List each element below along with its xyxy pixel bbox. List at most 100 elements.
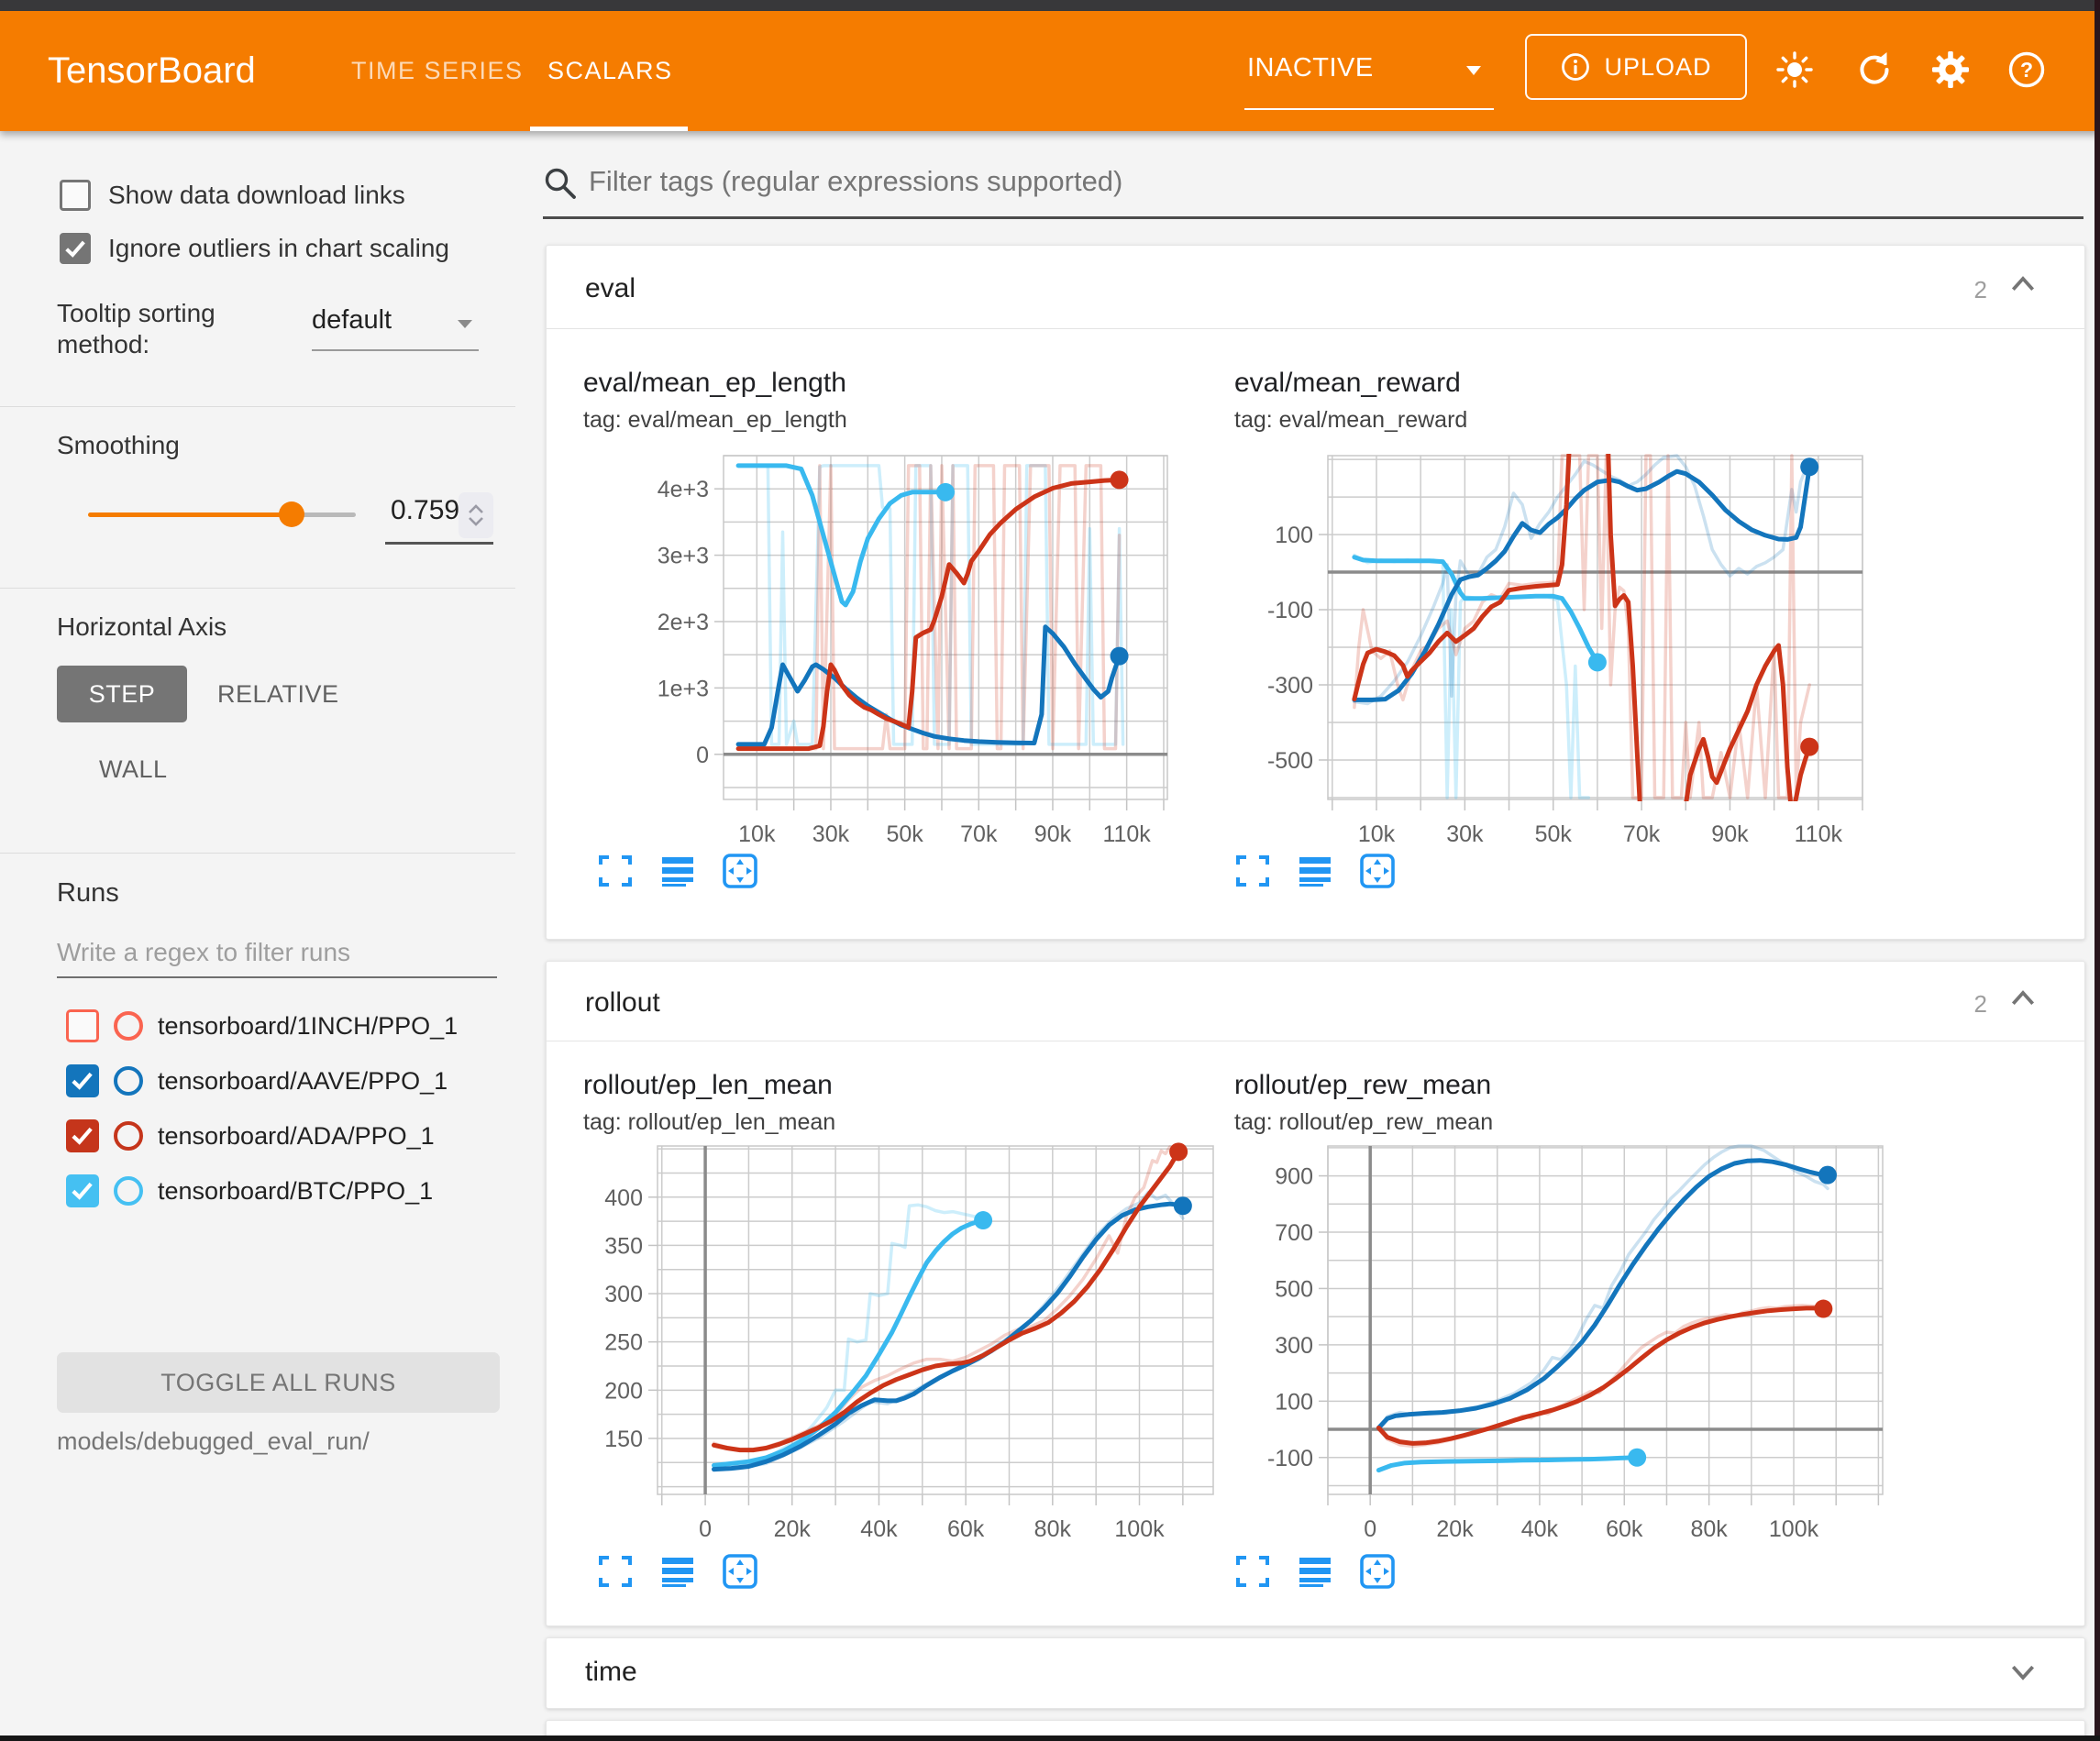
svg-text:1e+3: 1e+3 <box>658 676 709 701</box>
expand-section-icon[interactable] <box>2009 1660 2037 1684</box>
fit-domain-icon[interactable] <box>1359 853 1396 889</box>
fullscreen-icon[interactable] <box>597 853 634 889</box>
chart-eval-mean-ep-length[interactable]: 10k30k50k70k90k110k01e+32e+33e+34e+3 <box>569 438 1217 852</box>
chart-eval-mean-reward[interactable]: 10k30k50k70k90k110k100-100-300-500 <box>1221 438 1899 852</box>
tag-filter-input[interactable] <box>587 164 2049 199</box>
svg-text:-500: -500 <box>1267 748 1313 774</box>
status-dropdown-underline <box>1244 108 1494 110</box>
collapse-section-icon[interactable] <box>2009 987 2037 1011</box>
horizontal-axis-label: Horizontal Axis <box>57 612 227 642</box>
run-checkbox[interactable] <box>66 1009 99 1042</box>
svg-text:?: ? <box>2020 58 2033 82</box>
axis-step-button[interactable]: STEP <box>57 666 187 722</box>
run-checkbox[interactable] <box>66 1174 99 1207</box>
run-row: tensorboard/ADA/PPO_1 <box>0 1117 515 1163</box>
show-download-links-label: Show data download links <box>108 181 405 210</box>
window-right-strip <box>2094 0 2100 1741</box>
toggle-all-runs-button[interactable]: TOGGLE ALL RUNS <box>57 1352 500 1413</box>
runs-filter-input[interactable] <box>57 938 497 978</box>
chart-title: eval/mean_ep_length <box>583 368 846 399</box>
section-card-eval: eval 2 eval/mean_ep_length tag: eval/mea… <box>546 245 2085 940</box>
stepper-up-icon[interactable] <box>467 503 485 515</box>
smoothing-value-input[interactable] <box>389 494 462 527</box>
svg-text:100: 100 <box>1275 1389 1313 1415</box>
tab-time-series[interactable]: TIME SERIES <box>351 11 524 131</box>
run-color-ring[interactable] <box>114 1121 143 1151</box>
divider <box>0 853 515 854</box>
svg-text:2e+3: 2e+3 <box>658 610 709 635</box>
svg-text:0: 0 <box>1364 1516 1376 1542</box>
svg-text:700: 700 <box>1275 1220 1313 1246</box>
run-color-ring[interactable] <box>114 1011 143 1041</box>
chart-toolbar <box>1234 853 1396 889</box>
run-color-ring[interactable] <box>114 1066 143 1096</box>
tooltip-sorting-value: default <box>312 305 392 335</box>
tag-filter-underline <box>543 216 2083 219</box>
svg-text:70k: 70k <box>960 821 998 847</box>
smoothing-slider-filled-track[interactable] <box>88 512 292 517</box>
run-color-ring[interactable] <box>114 1176 143 1206</box>
axis-relative-button[interactable]: RELATIVE <box>217 666 339 722</box>
info-icon <box>1560 51 1591 83</box>
tooltip-sorting-dropdown[interactable]: default <box>312 305 479 353</box>
show-download-links-checkbox[interactable] <box>60 180 91 211</box>
svg-text:30k: 30k <box>1446 821 1484 847</box>
chart-rollout-ep-len-mean[interactable]: 020k40k60k80k100k150200250300350400 <box>569 1132 1221 1551</box>
fit-domain-icon[interactable] <box>722 853 758 889</box>
chart-title: rollout/ep_len_mean <box>583 1070 833 1101</box>
collapse-section-icon[interactable] <box>2009 273 2037 297</box>
smoothing-label: Smoothing <box>57 431 180 460</box>
dropdown-underline <box>312 349 479 351</box>
divider <box>0 588 515 589</box>
stepper-down-icon[interactable] <box>467 515 485 527</box>
search-icon <box>543 166 578 201</box>
help-icon[interactable]: ? <box>2006 50 2047 90</box>
upload-button-label: UPLOAD <box>1604 53 1711 82</box>
svg-text:0: 0 <box>699 1516 712 1542</box>
smoothing-stepper[interactable] <box>459 492 493 538</box>
svg-text:400: 400 <box>604 1185 643 1211</box>
runs-list-icon[interactable] <box>1297 853 1333 889</box>
runs-list-icon[interactable] <box>659 1553 696 1590</box>
check-icon <box>69 1122 95 1149</box>
upload-button[interactable]: UPLOAD <box>1525 34 1747 100</box>
svg-text:100k: 100k <box>1114 1516 1165 1542</box>
fullscreen-icon[interactable] <box>597 1553 634 1590</box>
refresh-icon[interactable] <box>1854 50 1895 90</box>
settings-sidebar: Show data download links Ignore outliers… <box>0 131 516 1735</box>
smoothing-input-underline <box>385 542 493 545</box>
ignore-outliers-checkbox[interactable] <box>60 233 91 264</box>
runs-label: Runs <box>57 878 119 909</box>
section-divider <box>547 328 2084 329</box>
svg-text:500: 500 <box>1275 1276 1313 1302</box>
tab-scalars[interactable]: SCALARS <box>547 11 673 131</box>
chart-tag: tag: eval/mean_reward <box>1234 407 1467 434</box>
chart-rollout-ep-rew-mean[interactable]: 020k40k60k80k100k900700500300100-100 <box>1221 1132 1899 1551</box>
check-icon <box>69 1177 95 1204</box>
brightness-icon[interactable] <box>1774 50 1815 90</box>
status-dropdown[interactable]: INACTIVE <box>1244 11 1494 131</box>
svg-text:0: 0 <box>696 743 709 768</box>
svg-text:300: 300 <box>604 1282 643 1307</box>
app-header: TensorBoard TIME SERIES SCALARS INACTIVE… <box>0 11 2100 131</box>
settings-icon[interactable] <box>1930 50 1971 90</box>
fit-domain-icon[interactable] <box>1359 1553 1396 1590</box>
svg-text:250: 250 <box>604 1330 643 1356</box>
fullscreen-icon[interactable] <box>1234 853 1271 889</box>
section-title: time <box>585 1657 637 1688</box>
run-row: tensorboard/1INCH/PPO_1 <box>0 1007 515 1052</box>
svg-text:80k: 80k <box>1034 1516 1072 1542</box>
section-count: 2 <box>1974 990 1987 1019</box>
runs-list-icon[interactable] <box>659 853 696 889</box>
smoothing-slider-handle[interactable] <box>279 501 304 527</box>
svg-text:30k: 30k <box>812 821 850 847</box>
axis-wall-button[interactable]: WALL <box>99 744 168 795</box>
check-icon <box>69 1067 95 1094</box>
runs-list-icon[interactable] <box>1297 1553 1333 1590</box>
run-checkbox[interactable] <box>66 1119 99 1152</box>
run-checkbox[interactable] <box>66 1064 99 1097</box>
fit-domain-icon[interactable] <box>722 1553 758 1590</box>
scalars-dashboard: eval 2 eval/mean_ep_length tag: eval/mea… <box>515 131 2094 1735</box>
run-name: tensorboard/1INCH/PPO_1 <box>158 1012 458 1041</box>
fullscreen-icon[interactable] <box>1234 1553 1271 1590</box>
